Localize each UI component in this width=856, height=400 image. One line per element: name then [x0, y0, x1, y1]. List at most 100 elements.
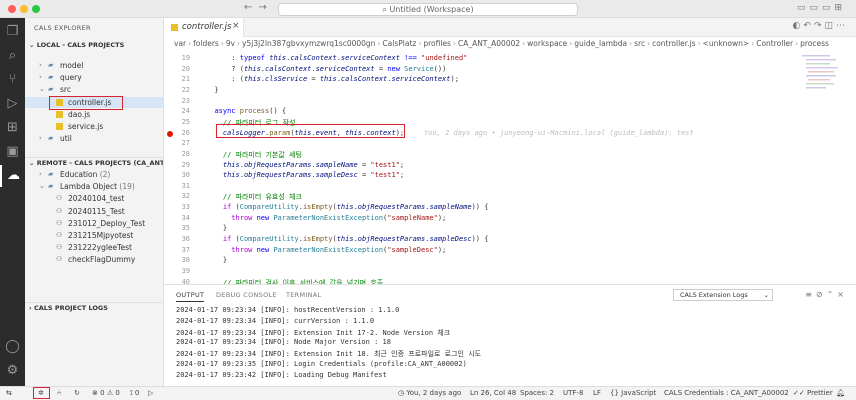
breadcrumb-segment[interactable]: CA_ANT_A00002: [458, 39, 520, 48]
tree-item[interactable]: ⚇ 231215Mjpyotest: [25, 230, 163, 241]
code-line[interactable]: : (this.clsService = this.calsContext.se…: [206, 75, 459, 83]
code-line[interactable]: throw new ParameterNonExistException("sa…: [206, 246, 446, 254]
command-center[interactable]: ⌕ Untitled (Workspace): [278, 3, 578, 16]
ports-indicator[interactable]: ⟟ 0: [130, 389, 139, 398]
close-panel-icon[interactable]: ×: [837, 290, 848, 299]
indentation[interactable]: Spaces: 2: [520, 389, 554, 397]
tree-item[interactable]: ⚇ 231012_Deploy_Test: [25, 218, 163, 229]
line-number[interactable]: 19: [164, 54, 190, 62]
problems-indicator[interactable]: ⊗ 0 ⚠ 0: [92, 389, 120, 397]
line-number[interactable]: 35: [164, 224, 190, 232]
remote-indicator-icon[interactable]: ⇆: [6, 389, 12, 397]
line-number[interactable]: 30: [164, 171, 190, 179]
window-close-button[interactable]: [8, 5, 16, 13]
git-blame-status[interactable]: ◷ You, 2 days ago: [398, 389, 461, 397]
breadcrumb-segment[interactable]: y5j3j2ln387gbvxymzwrq1sc0000gn: [242, 39, 375, 48]
breadcrumb-segment[interactable]: workspace: [527, 39, 567, 48]
editor-actions[interactable]: ◐↶↷◫⋯: [793, 21, 848, 31]
toggle-panel-icon[interactable]: ▭: [809, 3, 822, 13]
breadcrumb-segment[interactable]: profiles: [423, 39, 451, 48]
language-mode[interactable]: {} JavaScript: [610, 389, 656, 397]
tree-item[interactable]: ⚇ checkFlagDummy: [25, 254, 163, 265]
breadcrumb-segment[interactable]: src: [634, 39, 645, 48]
remote-explorer-icon[interactable]: ▣: [0, 141, 25, 163]
tab-output[interactable]: OUTPUT: [176, 291, 205, 302]
code-line[interactable]: }: [206, 256, 227, 264]
settings-gear-icon[interactable]: ⚙: [0, 360, 25, 382]
line-number[interactable]: 24: [164, 107, 190, 115]
tab-terminal[interactable]: TERMINAL: [286, 291, 321, 299]
tree-item[interactable]: ⚇ 20240104_test: [25, 193, 163, 204]
code-line[interactable]: if (CompareUtility.isEmpty(this.objReque…: [206, 235, 489, 243]
tree-item[interactable]: ⌄ ▰ Lambda Object (19): [25, 181, 163, 192]
breadcrumb-segment[interactable]: process: [800, 39, 829, 48]
more-actions-icon[interactable]: ⋯: [836, 21, 848, 31]
line-number[interactable]: 34: [164, 214, 190, 222]
breadcrumb-segment[interactable]: 9v: [226, 39, 235, 48]
tree-item[interactable]: › ▰ model: [25, 60, 163, 71]
encoding[interactable]: UTF-8: [563, 389, 583, 397]
clear-output-icon[interactable]: ≡: [805, 290, 816, 299]
breadcrumb-segment[interactable]: guide_lambda: [574, 39, 627, 48]
tree-item[interactable]: › ▰ Education (2): [25, 169, 163, 180]
line-number[interactable]: 29: [164, 161, 190, 169]
back-arrow-icon[interactable]: ←: [244, 2, 258, 13]
code-line[interactable]: if (CompareUtility.isEmpty(this.objReque…: [206, 203, 489, 211]
run-debug-icon[interactable]: ▷: [0, 93, 25, 115]
code-line[interactable]: : typeof this.calsContext.serviceContext…: [206, 54, 467, 62]
code-line[interactable]: this.objRequestParams.sampleName = "test…: [206, 161, 404, 169]
code-line[interactable]: async process() {: [206, 107, 286, 115]
line-number[interactable]: 36: [164, 235, 190, 243]
line-number[interactable]: 32: [164, 192, 190, 200]
prettier-status[interactable]: ✓✓ Prettier: [793, 389, 833, 397]
sync-icon[interactable]: ↻: [74, 389, 80, 397]
line-number[interactable]: 21: [164, 75, 190, 83]
breadcrumb-segment[interactable]: folders: [193, 39, 219, 48]
chevron-right-icon[interactable]: ›: [39, 133, 42, 144]
explorer-icon[interactable]: ❐: [0, 21, 25, 43]
source-control-icon[interactable]: ⑂: [0, 69, 25, 91]
remote-projects-section-header[interactable]: ⌄ REMOTE - CALS PROJECTS (CA_ANT...: [25, 157, 163, 168]
cals-credentials[interactable]: CALS Credentials : CA_ANT_A00002: [664, 389, 789, 397]
line-number[interactable]: 22: [164, 86, 190, 94]
tab-debug-console[interactable]: DEBUG CONSOLE: [216, 291, 277, 299]
tree-item[interactable]: ⚇ 20240115_Test: [25, 206, 163, 217]
line-number[interactable]: 37: [164, 246, 190, 254]
customize-layout-icon[interactable]: ⊞: [834, 3, 846, 13]
code-line[interactable]: throw new ParameterNonExistException("sa…: [206, 214, 446, 222]
panel-actions[interactable]: ≡⊘⌃×: [805, 290, 848, 299]
forward-icon[interactable]: ↷: [814, 21, 825, 31]
toggle-sidebar-icon[interactable]: ▭: [797, 3, 810, 13]
code-line[interactable]: }: [206, 224, 227, 232]
line-number[interactable]: 20: [164, 65, 190, 73]
close-icon[interactable]: ×: [232, 21, 240, 31]
chevron-down-icon[interactable]: ⌄: [39, 181, 45, 192]
toggle-secondary-sidebar-icon[interactable]: ▭: [822, 3, 835, 13]
breadcrumb-segment[interactable]: <unknown>: [703, 39, 750, 48]
line-number[interactable]: 25: [164, 118, 190, 126]
chevron-right-icon[interactable]: ›: [39, 169, 42, 180]
code-line[interactable]: }: [206, 86, 218, 94]
code-line[interactable]: // 파라미터 유효성 체크: [206, 192, 302, 202]
minimap[interactable]: [802, 55, 842, 105]
log-source-select[interactable]: CALS Extension Logs ⌄: [673, 289, 773, 301]
chevron-right-icon[interactable]: ›: [39, 60, 42, 71]
back-icon[interactable]: ↶: [803, 21, 814, 31]
breadcrumb-segment[interactable]: Controller: [756, 39, 793, 48]
debug-run-icon[interactable]: ▷: [148, 389, 153, 397]
line-ending[interactable]: LF: [593, 389, 601, 397]
maximize-panel-icon[interactable]: ⌃: [827, 290, 838, 299]
lock-scroll-icon[interactable]: ⊘: [816, 290, 827, 299]
line-number[interactable]: 38: [164, 256, 190, 264]
account-icon[interactable]: ◯: [0, 336, 25, 358]
window-minimize-button[interactable]: [20, 5, 28, 13]
local-projects-section-header[interactable]: ⌄ LOCAL - CALS PROJECTS: [25, 40, 163, 51]
navigation-arrows[interactable]: ←→: [244, 2, 273, 13]
forward-arrow-icon[interactable]: →: [258, 2, 272, 13]
chevron-down-icon[interactable]: ⌄: [39, 84, 45, 95]
compare-icon[interactable]: ◐: [793, 21, 804, 31]
cursor-position[interactable]: Ln 26, Col 48: [470, 389, 516, 397]
branch-icon[interactable]: ⑃: [57, 389, 61, 397]
extensions-icon[interactable]: ⊞: [0, 117, 25, 139]
split-editor-icon[interactable]: ◫: [824, 21, 836, 31]
